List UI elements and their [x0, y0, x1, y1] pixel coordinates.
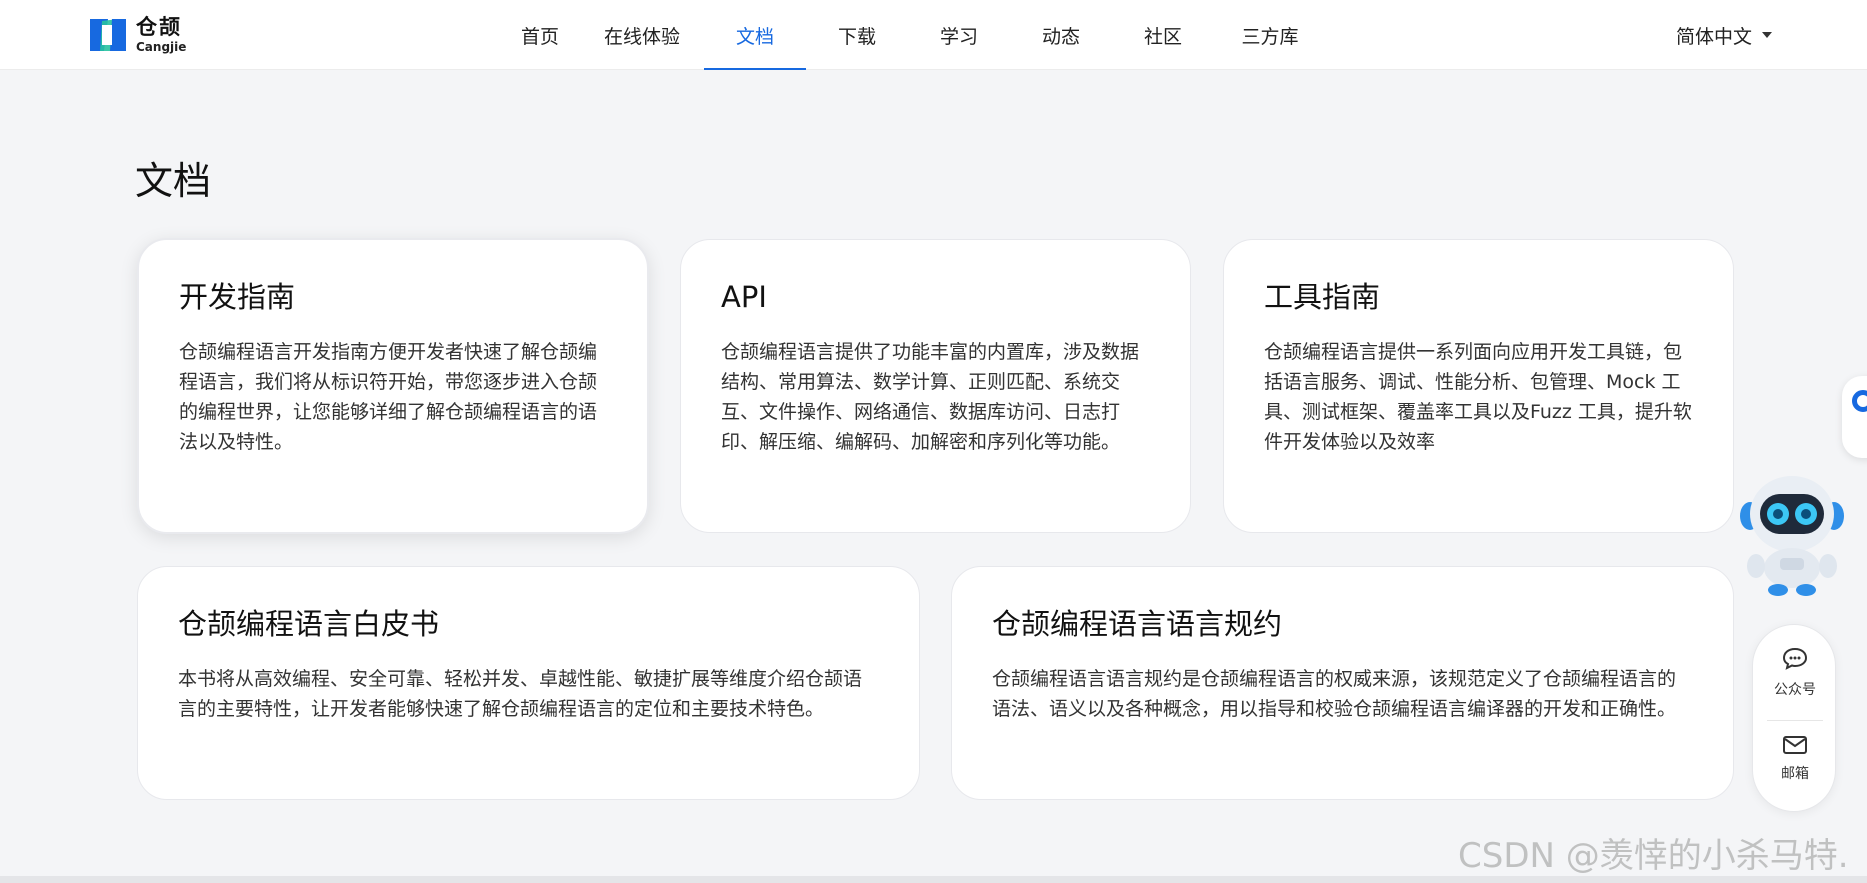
watermark-text: CSDN @羡悻的小杀马特. — [1458, 836, 1849, 876]
card-description: 仓颉编程语言开发指南方便开发者快速了解仓颉编程语言，我们将从标识符开始，带您逐步… — [179, 340, 598, 453]
card-title: 工具指南 — [1264, 280, 1381, 314]
cangjie-logo[interactable]: 仓颉 Cangjie — [88, 14, 186, 56]
nav-item-community[interactable]: 社区 — [1112, 0, 1214, 70]
card-dev-guide[interactable]: 开发指南 仓颉编程语言开发指南方便开发者快速了解仓颉编程语言，我们将从标识符开始… — [137, 238, 649, 534]
nav-item-docs[interactable]: 文档 — [704, 0, 806, 70]
email-label: 邮箱 — [1781, 766, 1809, 782]
caret-down-icon — [1762, 32, 1773, 38]
logo-english-text: Cangjie — [136, 40, 187, 54]
email-button[interactable]: 邮箱 — [1753, 735, 1837, 783]
card-title: 仓颉编程语言语言规约 — [992, 607, 1283, 641]
page-title: 文档 — [135, 159, 212, 203]
card-tools-guide[interactable]: 工具指南 仓颉编程语言提供一系列面向应用开发工具链，包括语言服务、调试、性能分析… — [1223, 239, 1734, 533]
nav-item-third-party-libs[interactable]: 三方库 — [1214, 0, 1326, 70]
nav-item-download[interactable]: 下载 — [806, 0, 908, 70]
divider — [1767, 720, 1823, 721]
top-navigation-bar: 仓颉 Cangjie 首页 在线体验 文档 下载 学习 动态 社区 三方库 简体… — [0, 0, 1867, 70]
nav-item-learn[interactable]: 学习 — [908, 0, 1010, 70]
nav-item-online-playground[interactable]: 在线体验 — [580, 0, 704, 70]
card-description: 仓颉编程语言语言规约是仓颉编程语言的权威来源，该规范定义了仓颉编程语言的语法、语… — [992, 667, 1677, 720]
mail-icon — [1783, 736, 1807, 754]
cangjie-logo-icon — [90, 19, 126, 51]
chat-bubble-icon — [1782, 647, 1808, 670]
robot-assistant-icon[interactable] — [1738, 470, 1846, 598]
card-api[interactable]: API 仓颉编程语言提供了功能丰富的内置库，涉及数据结构、常用算法、数学计算、正… — [680, 239, 1191, 533]
language-selector[interactable]: 简体中文 — [1676, 0, 1773, 70]
main-nav: 首页 在线体验 文档 下载 学习 动态 社区 三方库 — [500, 0, 1326, 70]
contact-panel: 公众号 邮箱 — [1752, 624, 1836, 812]
card-description: 仓颉编程语言提供了功能丰富的内置库，涉及数据结构、常用算法、数学计算、正则匹配、… — [721, 340, 1140, 453]
wechat-official-account-button[interactable]: 公众号 — [1753, 647, 1837, 699]
card-whitepaper[interactable]: 仓颉编程语言白皮书 本书将从高效编程、安全可靠、轻松并发、卓越性能、敏捷扩展等维… — [137, 566, 920, 800]
bottom-strip — [0, 876, 1867, 883]
card-description: 本书将从高效编程、安全可靠、轻松并发、卓越性能、敏捷扩展等维度介绍仓颉语言的主要… — [178, 667, 863, 720]
wechat-label: 公众号 — [1774, 682, 1816, 698]
card-language-spec[interactable]: 仓颉编程语言语言规约 仓颉编程语言语言规约是仓颉编程语言的权威来源，该规范定义了… — [951, 566, 1734, 800]
language-label: 简体中文 — [1676, 25, 1753, 48]
card-title: 仓颉编程语言白皮书 — [178, 607, 440, 641]
card-title: 开发指南 — [179, 280, 296, 314]
side-floating-tab[interactable] — [1842, 376, 1867, 458]
logo-chinese-text: 仓颉 — [136, 15, 182, 39]
card-title: API — [721, 280, 767, 314]
card-description: 仓颉编程语言提供一系列面向应用开发工具链，包括语言服务、调试、性能分析、包管理、… — [1264, 340, 1692, 453]
nav-item-news[interactable]: 动态 — [1010, 0, 1112, 70]
nav-item-home[interactable]: 首页 — [500, 0, 580, 70]
ring-icon — [1852, 390, 1867, 412]
